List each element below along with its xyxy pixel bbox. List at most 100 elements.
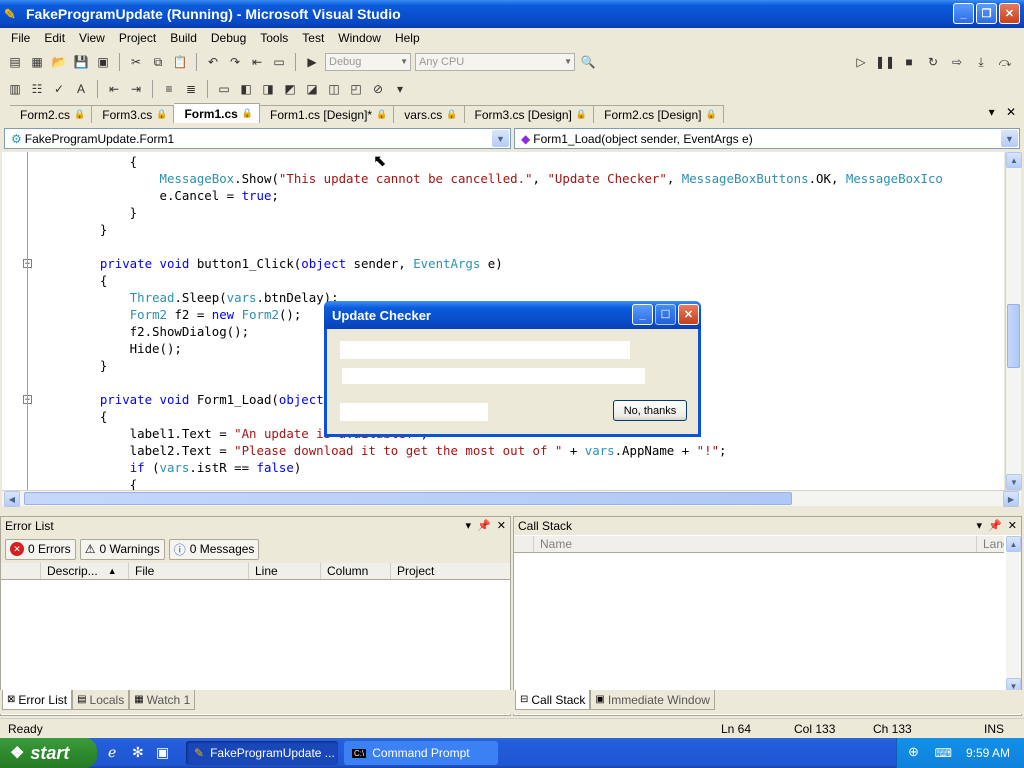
scroll-left-icon[interactable]: ◀: [4, 491, 20, 507]
solution-platform-select[interactable]: Any CPU ▼: [415, 53, 575, 71]
menu-debug[interactable]: Debug: [204, 31, 253, 45]
column-file[interactable]: File: [129, 563, 249, 579]
next-bookmark-folder-icon[interactable]: ◪: [303, 80, 321, 98]
toggle-bookmark-icon[interactable]: ▭: [215, 80, 233, 98]
member-list-icon[interactable]: ☷: [28, 80, 46, 98]
member-navigation-select[interactable]: ◆ Form1_Load(object sender, EventArgs e)…: [514, 128, 1020, 149]
code-line[interactable]: f2.ShowDialog();: [70, 323, 249, 340]
close-button[interactable]: ✕: [999, 3, 1020, 24]
menu-window[interactable]: Window: [331, 31, 388, 45]
pin-icon[interactable]: 📌: [988, 519, 1002, 532]
media-player-icon[interactable]: ✻: [132, 744, 144, 761]
restore-button[interactable]: ❐: [976, 3, 997, 24]
tab-form2-cs[interactable]: Form2.cs 🔒: [10, 105, 93, 123]
start-debug-icon[interactable]: ▶: [303, 53, 321, 71]
open-folder-icon[interactable]: 📂: [50, 53, 68, 71]
task-fakeprogramupdate[interactable]: ✎ FakeProgramUpdate ...: [186, 741, 338, 765]
no-thanks-button[interactable]: No, thanks: [613, 400, 687, 421]
stop-debug-icon[interactable]: ■: [900, 53, 918, 71]
dialog-title-bar[interactable]: Update Checker _ ☐ ✕: [324, 301, 701, 329]
panel-close-icon[interactable]: ✕: [497, 519, 506, 532]
code-line[interactable]: {: [70, 408, 107, 425]
horizontal-scroll-thumb[interactable]: [24, 492, 792, 505]
find-icon[interactable]: 🔍: [579, 53, 597, 71]
paste-icon[interactable]: 📋: [171, 53, 189, 71]
minimize-button[interactable]: _: [953, 3, 974, 24]
continue-icon[interactable]: ▷: [852, 53, 870, 71]
prev-bookmark-doc-icon[interactable]: ◫: [325, 80, 343, 98]
solution-config-select[interactable]: Debug ▼: [325, 53, 411, 71]
code-line[interactable]: if (vars.istR == false): [70, 459, 302, 476]
step-over-icon[interactable]: ⤼: [996, 53, 1014, 71]
scroll-up-icon[interactable]: ▲: [1006, 152, 1022, 168]
scroll-down-icon[interactable]: ▼: [1006, 474, 1022, 490]
clear-bookmarks-icon[interactable]: ⊘: [369, 80, 387, 98]
tab-list-icon[interactable]: ▾: [989, 105, 995, 119]
menu-build[interactable]: Build: [163, 31, 204, 45]
restart-icon[interactable]: ↻: [924, 53, 942, 71]
print-icon[interactable]: ▭: [270, 53, 288, 71]
ie-icon[interactable]: ℯ: [108, 744, 116, 761]
tab-vars-cs[interactable]: vars.cs 🔒: [394, 105, 465, 123]
menu-file[interactable]: File: [4, 31, 37, 45]
errors-filter-button[interactable]: ✕ 0 Errors: [5, 538, 76, 560]
next-bookmark-icon[interactable]: ◨: [259, 80, 277, 98]
code-line[interactable]: }: [70, 204, 137, 221]
tab-watch-1[interactable]: ▦ Watch 1: [129, 690, 196, 710]
code-line[interactable]: {: [70, 153, 137, 170]
dialog-maximize-button[interactable]: ☐: [655, 304, 676, 325]
code-line[interactable]: }: [70, 221, 107, 238]
warnings-filter-button[interactable]: ⚠ 0 Warnings: [79, 538, 165, 560]
save-icon[interactable]: 💾: [72, 53, 90, 71]
menu-edit[interactable]: Edit: [37, 31, 72, 45]
show-desktop-icon[interactable]: ▣: [156, 744, 169, 761]
code-line[interactable]: {: [70, 476, 137, 490]
tab-immediate-window[interactable]: ▣ Immediate Window: [590, 690, 715, 710]
step-into-icon[interactable]: ⤓: [972, 53, 990, 71]
code-line[interactable]: }: [70, 357, 107, 374]
scroll-up-icon[interactable]: ▲: [1006, 536, 1021, 552]
code-line[interactable]: private void button1_Click(object sender…: [70, 255, 503, 272]
cut-icon[interactable]: ✂: [127, 53, 145, 71]
column-line[interactable]: Line: [249, 563, 321, 579]
column-language[interactable]: Lang: [977, 536, 1004, 552]
keyboard-icon[interactable]: ⌨: [935, 746, 952, 760]
class-navigation-select[interactable]: ⚙ FakeProgramUpdate.Form1 ▼: [4, 128, 511, 149]
column-description[interactable]: Descrip... ▲: [41, 563, 129, 579]
uncomment-icon[interactable]: ≣: [182, 80, 200, 98]
menu-view[interactable]: View: [72, 31, 112, 45]
column-column[interactable]: Column: [321, 563, 391, 579]
dialog-minimize-button[interactable]: _: [632, 304, 653, 325]
task-command-prompt[interactable]: C:\ Command Prompt: [344, 741, 498, 765]
vertical-scroll-thumb[interactable]: [1007, 304, 1020, 368]
navigate-icon[interactable]: ⇤: [248, 53, 266, 71]
copy-icon[interactable]: ⧉: [149, 53, 167, 71]
add-item-icon[interactable]: ▦: [28, 53, 46, 71]
next-bookmark-doc-icon[interactable]: ◰: [347, 80, 365, 98]
editor-vertical-scrollbar[interactable]: ▲ ▼: [1005, 152, 1022, 490]
start-button[interactable]: ❖ start: [0, 738, 97, 768]
code-line[interactable]: e.Cancel = true;: [70, 187, 279, 204]
new-project-icon[interactable]: ▤: [6, 53, 24, 71]
quick-info-icon[interactable]: A: [72, 80, 90, 98]
parameter-info-icon[interactable]: ✓: [50, 80, 68, 98]
indent-icon[interactable]: ⇥: [127, 80, 145, 98]
column-name[interactable]: Name: [534, 536, 977, 552]
panel-menu-icon[interactable]: ▾: [466, 519, 472, 532]
redo-icon[interactable]: ↷: [226, 53, 244, 71]
column-project[interactable]: Project: [391, 563, 510, 579]
code-line[interactable]: MessageBox.Show("This update cannot be c…: [70, 170, 943, 187]
save-all-icon[interactable]: ▣: [94, 53, 112, 71]
break-all-icon[interactable]: ❚❚: [875, 53, 895, 71]
pin-icon[interactable]: 📌: [477, 519, 491, 532]
tab-form1-cs[interactable]: Form1.cs 🔒: [174, 103, 261, 123]
undo-icon[interactable]: ↶: [204, 53, 222, 71]
code-line[interactable]: {: [70, 272, 107, 289]
tab-form2-cs-design[interactable]: Form2.cs [Design] 🔒: [594, 105, 724, 123]
code-line[interactable]: label2.Text = "Please download it to get…: [70, 442, 727, 459]
editor-horizontal-scrollbar[interactable]: ◀ ▶: [2, 490, 1021, 507]
clock[interactable]: 9:59 AM: [966, 746, 1010, 760]
panel-menu-icon[interactable]: ▾: [977, 519, 983, 532]
tab-form1-cs-design[interactable]: Form1.cs [Design]* 🔒: [260, 105, 395, 123]
toolbar-options-icon[interactable]: ▾: [391, 80, 409, 98]
